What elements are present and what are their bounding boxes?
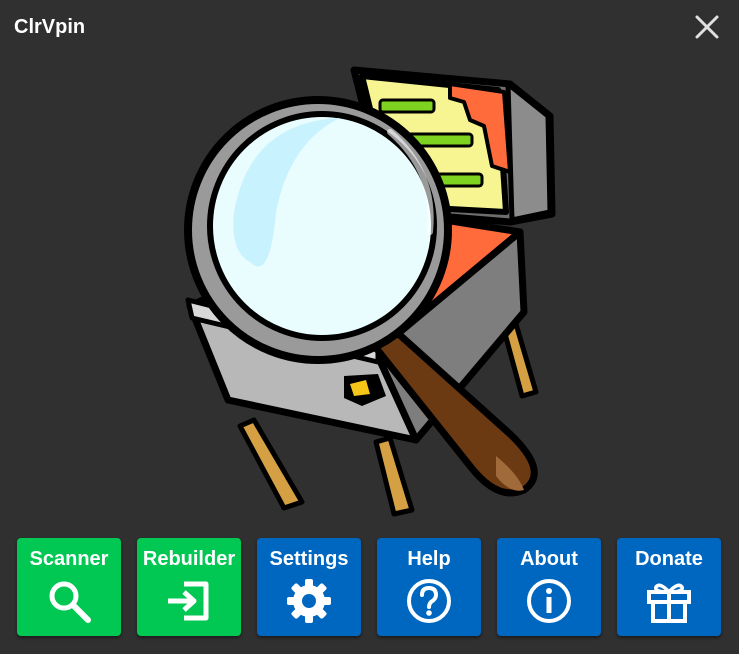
search-icon	[49, 581, 91, 623]
scanner-button-label: Scanner	[29, 548, 109, 570]
donate-button[interactable]: Donate	[617, 538, 721, 636]
login-icon	[168, 581, 209, 621]
pinball-machine-magnifier-icon	[184, 66, 556, 517]
settings-button[interactable]: Settings	[257, 538, 361, 636]
gift-icon	[647, 583, 691, 623]
help-button-label: Help	[407, 548, 451, 570]
close-button[interactable]	[692, 12, 722, 42]
rebuilder-button-label: Rebuilder	[142, 548, 236, 570]
close-icon	[695, 15, 719, 39]
scanner-button[interactable]: Scanner	[17, 538, 121, 636]
about-button-label: About	[520, 548, 578, 570]
settings-button-label: Settings	[269, 548, 349, 570]
app-title: ClrVpin	[14, 16, 86, 38]
info-circle-icon	[527, 579, 571, 623]
about-button[interactable]: About	[497, 538, 601, 636]
help-button[interactable]: Help	[377, 538, 481, 636]
rebuilder-button[interactable]: Rebuilder	[137, 538, 241, 636]
donate-button-label: Donate	[635, 548, 703, 570]
title-bar: ClrVpin	[0, 0, 739, 54]
help-circle-icon	[407, 579, 451, 623]
gear-icon	[287, 579, 331, 623]
hero-illustration	[180, 62, 560, 522]
